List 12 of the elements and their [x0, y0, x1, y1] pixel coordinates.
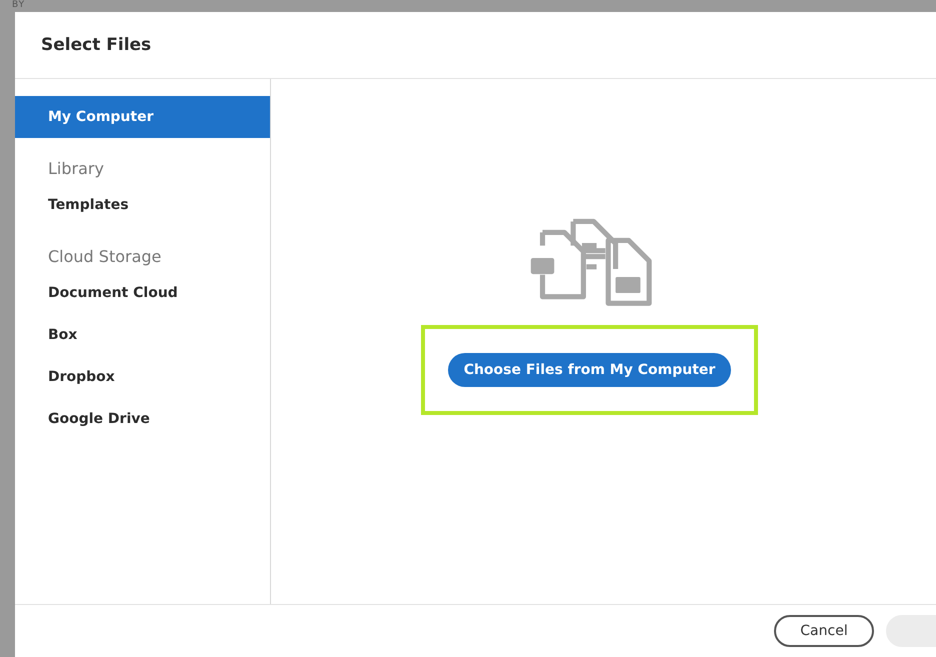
choose-files-button[interactable]: Choose Files from My Computer: [448, 353, 732, 387]
backdrop-text: BY: [11, 0, 26, 10]
sidebar-item[interactable]: Box: [15, 314, 270, 356]
sidebar-item[interactable]: Google Drive: [15, 398, 270, 440]
sidebar-item[interactable]: My Computer: [15, 96, 270, 138]
dialog-title: Select Files: [41, 35, 152, 55]
sidebar-item[interactable]: Document Cloud: [15, 272, 270, 314]
sidebar-item[interactable]: Templates: [15, 184, 270, 226]
cancel-button[interactable]: Cancel: [774, 615, 874, 647]
sidebar-heading: Cloud Storage: [47, 246, 162, 268]
sidebar-heading: Library: [47, 158, 105, 180]
sidebar-item[interactable]: Dropbox: [15, 356, 270, 398]
